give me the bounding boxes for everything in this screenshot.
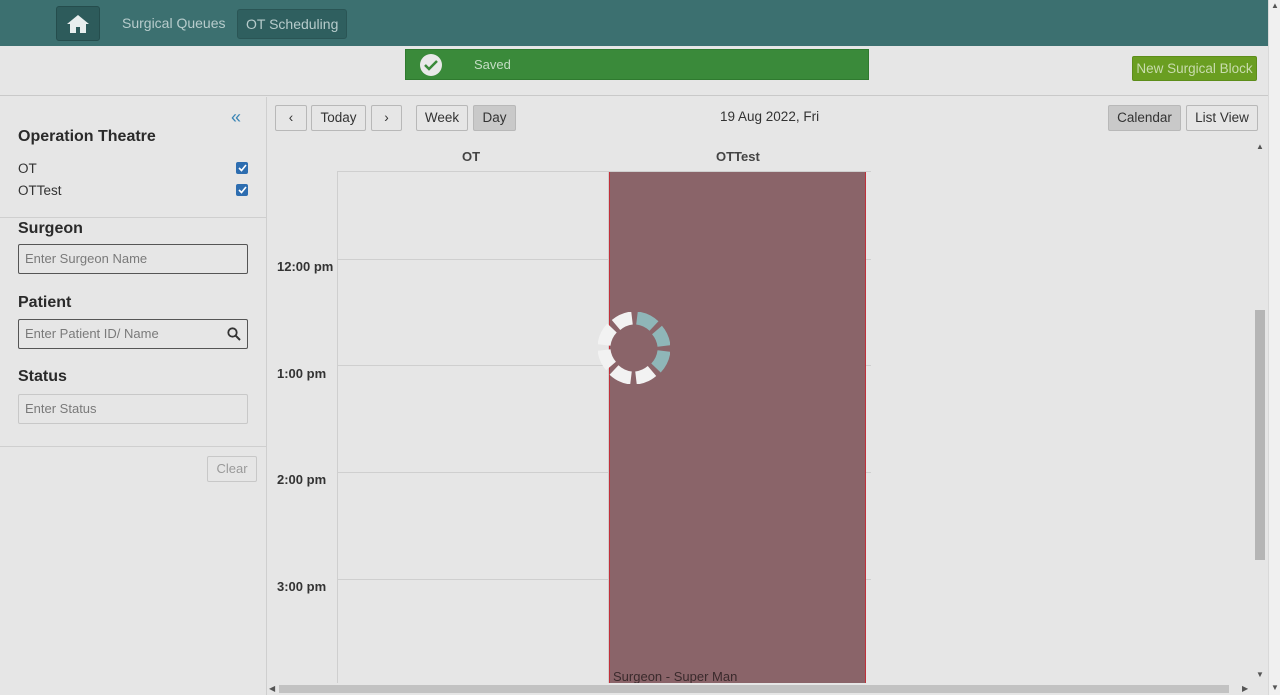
day-button[interactable]: Day: [473, 105, 516, 131]
week-button[interactable]: Week: [416, 105, 468, 131]
filter-sidebar: « Operation Theatre OT OTTest Surgeon En…: [0, 97, 267, 695]
time-label: 2:00 pm: [277, 472, 327, 487]
scroll-right-icon[interactable]: ▶: [1242, 684, 1248, 693]
status-input[interactable]: Enter Status: [18, 394, 248, 424]
patient-input[interactable]: Enter Patient ID/ Name: [18, 319, 248, 349]
today-button[interactable]: Today: [311, 105, 366, 131]
list-view-button[interactable]: List View: [1186, 105, 1258, 131]
calendar-horizontal-scrollbar[interactable]: ◀ ▶: [267, 683, 1254, 695]
checkmark-icon: [237, 186, 247, 194]
prev-button[interactable]: ‹: [275, 105, 307, 131]
vertical-scroll-thumb[interactable]: [1255, 310, 1265, 560]
surgical-block-event[interactable]: Surgeon - Super Man: [609, 172, 866, 683]
calendar-vertical-scrollbar[interactable]: ▲ ▼: [1253, 140, 1267, 683]
search-icon[interactable]: [227, 327, 241, 341]
nav-ot-scheduling[interactable]: OT Scheduling: [237, 9, 348, 39]
operation-theatre-title: Operation Theatre: [18, 128, 156, 145]
check-circle-icon: [420, 53, 442, 76]
scroll-down-icon[interactable]: ▼: [1271, 683, 1279, 692]
ottest-filter-checkbox[interactable]: [236, 184, 248, 196]
calendar-view-button[interactable]: Calendar: [1108, 105, 1181, 131]
new-surgical-block-button[interactable]: New Surgical Block: [1132, 56, 1257, 81]
calendar-grid[interactable]: Surgeon - Super Man: [337, 171, 871, 683]
page-vertical-scrollbar[interactable]: ▲ ▼: [1268, 0, 1280, 695]
toast-message: Saved: [474, 57, 511, 72]
clear-button[interactable]: Clear: [207, 456, 257, 482]
loading-spinner-icon: [598, 312, 670, 384]
home-icon: [67, 14, 89, 33]
calendar-date-title: 19 Aug 2022, Fri: [720, 109, 820, 124]
success-toast: Saved: [405, 49, 869, 80]
ot-filter-checkbox[interactable]: [236, 162, 248, 174]
checkmark-icon: [237, 164, 247, 172]
nav-surgical-queues[interactable]: Surgical Queues: [114, 9, 234, 39]
ot-filter-label: OT: [18, 161, 37, 176]
double-chevron-left-icon[interactable]: «: [231, 108, 241, 126]
home-button[interactable]: [56, 6, 100, 41]
horizontal-scroll-thumb[interactable]: [279, 685, 1229, 693]
surgeon-title: Surgeon: [18, 220, 83, 237]
patient-placeholder: Enter Patient ID/ Name: [25, 326, 159, 341]
scroll-left-icon[interactable]: ◀: [269, 684, 275, 693]
next-button[interactable]: ›: [371, 105, 402, 131]
scroll-up-icon[interactable]: ▲: [1256, 142, 1264, 151]
time-label: 1:00 pm: [277, 366, 327, 381]
ottest-filter-label: OTTest: [18, 183, 62, 198]
column-header-ottest: OTTest: [716, 149, 760, 164]
surgical-block-label: Surgeon - Super Man: [613, 669, 738, 683]
scroll-up-icon[interactable]: ▲: [1271, 1, 1279, 10]
sidebar-divider: [0, 446, 266, 447]
status-title: Status: [18, 368, 67, 385]
sidebar-divider: [0, 217, 266, 218]
time-label: 3:00 pm: [277, 579, 327, 594]
scroll-down-icon[interactable]: ▼: [1256, 670, 1264, 679]
surgeon-input[interactable]: Enter Surgeon Name: [18, 244, 248, 274]
column-header-ot: OT: [462, 149, 481, 164]
time-label: 12:00 pm: [277, 259, 334, 274]
patient-title: Patient: [18, 294, 72, 311]
top-nav-bar: Surgical Queues OT Scheduling: [0, 0, 1268, 46]
page-header: Saved New Surgical Block: [0, 46, 1268, 96]
